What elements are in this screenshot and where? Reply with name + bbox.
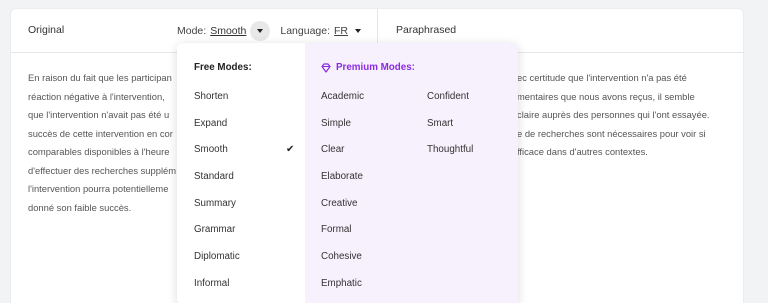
text-line: e de recherches sont nécessaires pour vo… — [517, 127, 706, 139]
text-line: En raison du fait que les participan — [28, 72, 172, 83]
mode-item-academic[interactable]: Academic — [321, 91, 364, 102]
mode-item-cohesive[interactable]: Cohesive — [321, 251, 362, 262]
mode-item-expand[interactable]: Expand — [194, 118, 227, 129]
language-value[interactable]: FR — [334, 25, 348, 37]
mode-item-smart[interactable]: Smart — [427, 118, 453, 129]
original-text-area[interactable]: En raison du fait que les participan réa… — [28, 69, 188, 217]
text-line: donné son faible succès. — [28, 201, 132, 213]
mode-item-creative[interactable]: Creative — [321, 198, 357, 209]
mode-item-formal[interactable]: Formal — [321, 224, 351, 235]
mode-value[interactable]: Smooth — [210, 25, 246, 37]
text-line: d'effectuer des recherches supplém — [28, 164, 177, 176]
premium-modes-column: Premium Modes: Academic Simple Clear Ela… — [305, 43, 518, 303]
mode-item-smooth[interactable]: Smooth — [194, 144, 228, 155]
mode-item-summary[interactable]: Summary — [194, 198, 236, 209]
mode-item-confident[interactable]: Confident — [427, 91, 469, 102]
text-line: que l'intervention n'avait pas été u — [28, 109, 170, 120]
paraphrased-text-area: ec certitude que l'intervention n'a pas … — [517, 69, 741, 162]
mode-dropdown-menu: Free Modes: Shorten Expand Smooth ✔ Stan… — [177, 43, 518, 303]
language-caret-down-icon[interactable] — [355, 29, 362, 33]
mode-item-informal[interactable]: Informal — [194, 278, 229, 289]
mode-item-diplomatic[interactable]: Diplomatic — [194, 251, 240, 262]
free-modes-heading: Free Modes: — [194, 62, 252, 73]
mode-item-simple[interactable]: Simple — [321, 118, 351, 129]
text-line: ec certitude que l'intervention n'a pas … — [517, 72, 687, 83]
text-line: succès de cette intervention en cor — [28, 127, 173, 139]
premium-modes-heading: Premium Modes: — [321, 62, 415, 73]
mode-item-emphatic[interactable]: Emphatic — [321, 278, 362, 289]
text-line: fficace dans d'autres contextes. — [517, 146, 648, 157]
mode-item-shorten[interactable]: Shorten — [194, 91, 228, 102]
mode-item-grammar[interactable]: Grammar — [194, 224, 235, 235]
mode-dropdown-button[interactable] — [250, 21, 271, 41]
mode-item-standard[interactable]: Standard — [194, 171, 234, 182]
mode-label: Mode: — [177, 25, 207, 37]
text-line: mentaires que nous avons reçus, il sembl… — [517, 90, 695, 102]
text-line: comparables disponibles à l'heure — [28, 146, 170, 157]
original-label: Original — [28, 24, 65, 36]
mode-item-elaborate[interactable]: Elaborate — [321, 171, 363, 182]
language-label: Language: — [280, 25, 331, 37]
text-line: claire auprès des personnes qui l'ont es… — [517, 109, 710, 120]
mode-item-thoughtful[interactable]: Thoughtful — [427, 144, 473, 155]
check-icon: ✔ — [286, 144, 295, 155]
text-line: réaction négative à l'intervention, — [28, 90, 165, 102]
diamond-icon — [321, 62, 331, 73]
mode-selector[interactable]: Mode: Smooth Language: FR — [177, 20, 362, 42]
premium-modes-label: Premium Modes: — [336, 62, 415, 73]
text-line: l'intervention pourra potentielleme — [28, 183, 169, 194]
mode-item-clear[interactable]: Clear — [321, 144, 344, 155]
caret-down-icon — [257, 29, 264, 33]
free-modes-column: Free Modes: Shorten Expand Smooth ✔ Stan… — [177, 43, 305, 303]
paraphrased-label: Paraphrased — [396, 24, 457, 36]
